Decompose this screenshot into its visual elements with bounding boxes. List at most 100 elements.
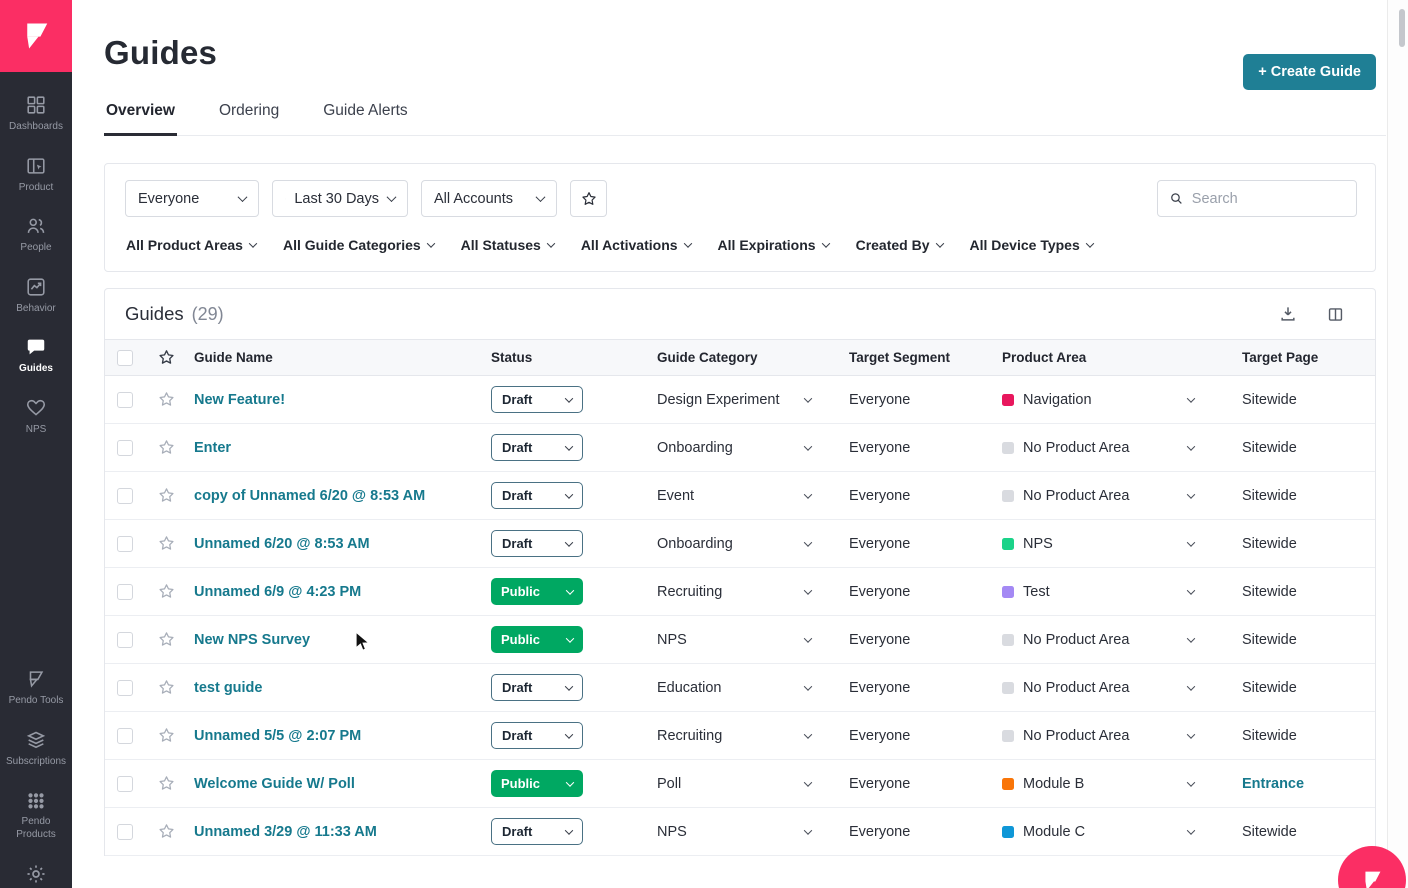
status-select[interactable]: Draft [491,434,583,461]
create-guide-button[interactable]: + Create Guide [1243,54,1376,90]
column-header-product-area[interactable]: Product Area [1002,350,1242,365]
row-checkbox[interactable] [117,583,133,600]
sidebar-item-pendo-products[interactable]: Pendo Products [0,783,72,847]
guide-category-select[interactable]: NPS [657,824,849,840]
product-area-select[interactable]: Navigation [1002,392,1242,408]
row-checkbox[interactable] [117,679,133,696]
select-all-checkbox[interactable] [117,349,133,366]
status-select[interactable]: Draft [491,818,583,845]
row-star-button[interactable] [157,534,194,553]
guide-name-link[interactable]: Unnamed 6/20 @ 8:53 AM [194,536,491,552]
status-select[interactable]: Draft [491,482,583,509]
column-header-target-page[interactable]: Target Page [1242,350,1375,365]
product-area-select[interactable]: NPS [1002,536,1242,552]
date-range-select[interactable]: Last 30 Days [272,180,408,217]
accounts-filter-select[interactable]: All Accounts [421,180,557,217]
column-header-guide-name[interactable]: Guide Name [194,350,491,365]
guide-category-select[interactable]: NPS [657,632,849,648]
status-select[interactable]: Public [491,770,583,797]
column-header-status[interactable]: Status [491,350,657,365]
sidebar-item-dashboards[interactable]: Dashboards [0,88,72,140]
secondary-filter-dropdown[interactable]: All Statuses [461,237,556,253]
guide-name-link[interactable]: copy of Unnamed 6/20 @ 8:53 AM [194,488,491,504]
row-checkbox[interactable] [117,775,133,792]
column-header-guide-category[interactable]: Guide Category [657,350,849,365]
product-area-select[interactable]: Test [1002,584,1242,600]
tab-ordering[interactable]: Ordering [217,102,281,135]
sidebar-item-guides[interactable]: Guides [0,330,72,382]
sidebar-item-nps[interactable]: NPS [0,391,72,443]
guide-category-select[interactable]: Design Experiment [657,392,849,408]
guide-name-link[interactable]: test guide [194,680,491,696]
search-field[interactable] [1157,180,1357,217]
product-area-select[interactable]: No Product Area [1002,440,1242,456]
guide-name-link[interactable]: Welcome Guide W/ Poll [194,776,491,792]
download-button[interactable] [1278,304,1298,324]
status-select[interactable]: Draft [491,722,583,749]
secondary-filter-dropdown[interactable]: All Expirations [718,237,830,253]
pendo-logo[interactable] [0,0,72,72]
column-header-target-segment[interactable]: Target Segment [849,350,1002,365]
sidebar-item-product[interactable]: Product [0,149,72,201]
row-checkbox[interactable] [117,487,133,504]
row-checkbox[interactable] [117,727,133,744]
product-area-select[interactable]: Module C [1002,824,1242,840]
guide-category-select[interactable]: Recruiting [657,728,849,744]
row-star-button[interactable] [157,486,194,505]
secondary-filter-dropdown[interactable]: All Product Areas [126,237,258,253]
row-checkbox[interactable] [117,535,133,552]
product-area-select[interactable]: No Product Area [1002,488,1242,504]
product-area-select[interactable]: No Product Area [1002,632,1242,648]
guide-name-link[interactable]: Enter [194,440,491,456]
product-area-select[interactable]: No Product Area [1002,728,1242,744]
star-column-header[interactable] [157,348,194,367]
guide-name-link[interactable]: Unnamed 5/5 @ 2:07 PM [194,728,491,744]
row-star-button[interactable] [157,774,194,793]
guide-name-link[interactable]: New NPS Survey [194,632,491,648]
row-star-button[interactable] [157,678,194,697]
sidebar-item-settings[interactable] [0,856,72,888]
row-star-button[interactable] [157,822,194,841]
status-select[interactable]: Draft [491,386,583,413]
secondary-filter-dropdown[interactable]: All Guide Categories [283,237,435,253]
row-star-button[interactable] [157,726,194,745]
guide-category-select[interactable]: Recruiting [657,584,849,600]
product-area-select[interactable]: No Product Area [1002,680,1242,696]
secondary-filter-dropdown[interactable]: All Activations [581,237,692,253]
row-star-button[interactable] [157,390,194,409]
row-star-button[interactable] [157,582,194,601]
guide-name-link[interactable]: Unnamed 6/9 @ 4:23 PM [194,584,491,600]
tab-guide-alerts[interactable]: Guide Alerts [321,102,409,135]
sidebar-item-people[interactable]: People [0,209,72,261]
status-select[interactable]: Draft [491,530,583,557]
sidebar-item-pendo-tools[interactable]: Pendo Tools [0,662,72,714]
target-page-value[interactable]: Entrance [1242,776,1375,792]
status-select[interactable]: Public [491,578,583,605]
product-area-select[interactable]: Module B [1002,776,1242,792]
row-checkbox[interactable] [117,391,133,408]
tab-overview[interactable]: Overview [104,102,177,136]
row-checkbox[interactable] [117,439,133,456]
row-checkbox[interactable] [117,631,133,648]
search-input[interactable] [1191,190,1345,207]
segment-filter-select[interactable]: Everyone [125,180,259,217]
sidebar-item-subscriptions[interactable]: Subscriptions [0,723,72,775]
guide-category-select[interactable]: Onboarding [657,440,849,456]
row-checkbox[interactable] [117,823,133,840]
row-star-button[interactable] [157,630,194,649]
secondary-filter-dropdown[interactable]: All Device Types [970,237,1094,253]
scrollbar-thumb[interactable] [1399,9,1405,47]
status-select[interactable]: Public [491,626,583,653]
guide-category-select[interactable]: Poll [657,776,849,792]
status-select[interactable]: Draft [491,674,583,701]
row-star-button[interactable] [157,438,194,457]
guide-name-link[interactable]: New Feature! [194,392,491,408]
guide-name-link[interactable]: Unnamed 3/29 @ 11:33 AM [194,824,491,840]
sidebar-item-behavior[interactable]: Behavior [0,270,72,322]
secondary-filter-dropdown[interactable]: Created By [856,237,944,253]
favorite-filter-button[interactable] [570,180,607,217]
guide-category-select[interactable]: Education [657,680,849,696]
manage-columns-button[interactable] [1326,305,1345,324]
guide-category-select[interactable]: Event [657,488,849,504]
guide-category-select[interactable]: Onboarding [657,536,849,552]
